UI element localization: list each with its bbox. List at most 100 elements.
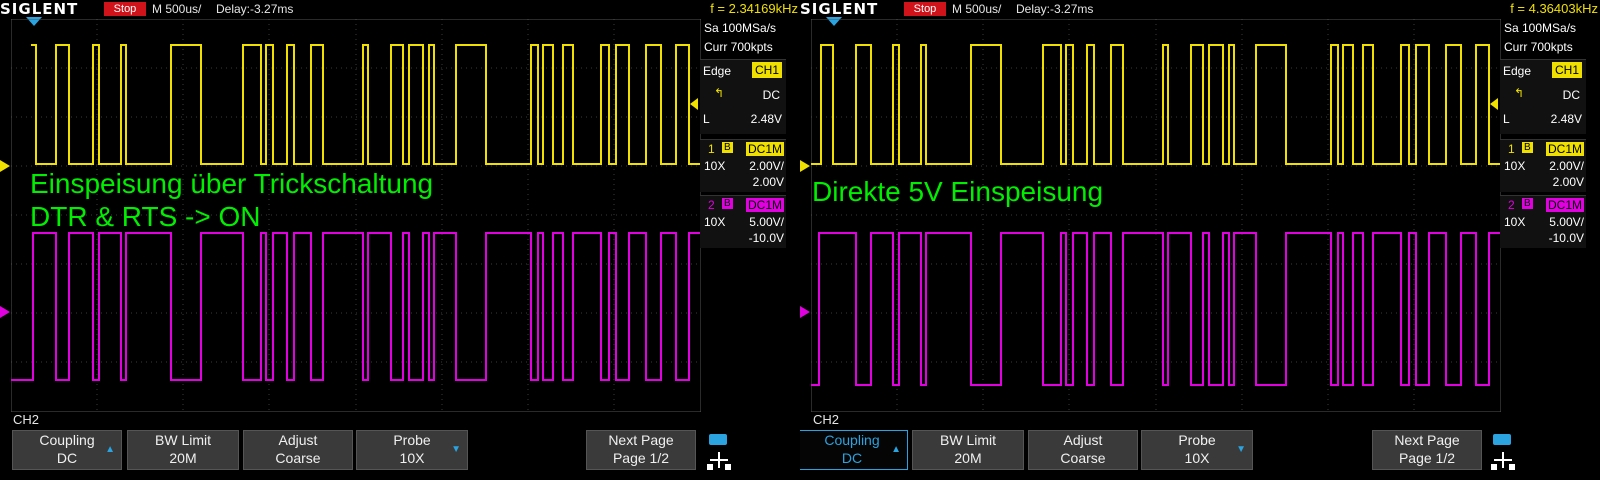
waveform-grid (811, 19, 1501, 412)
trigger-level-label: L (1503, 112, 1510, 126)
arrow-icon: ▲ (105, 444, 115, 455)
delay-readout: Delay:-3.27ms (216, 2, 294, 16)
menu-channel-label: CH2 (813, 412, 840, 427)
adjust-softkey[interactable]: Adjust Coarse (243, 430, 353, 470)
ch2-offset-marker[interactable] (800, 306, 810, 318)
ch1-coupling: DC1M (1545, 142, 1584, 156)
ch2-offset: -10.0V (1548, 231, 1584, 245)
annotation-line-1: Direkte 5V Einspeisung (812, 176, 1104, 207)
usb-network-icon (1491, 434, 1515, 470)
ch1-number: 1 (1508, 142, 1515, 156)
trigger-box[interactable]: Edge CH1 ↰ DC L 2.48V (700, 59, 786, 134)
coupling-softkey[interactable]: Coupling DC ▲ (800, 430, 908, 470)
arrow-icon: ▼ (1236, 444, 1246, 455)
arrow-icon: ▼ (451, 444, 461, 455)
trigger-source: CH1 (1551, 62, 1582, 78)
probe-softkey[interactable]: Probe 10X ▼ (356, 430, 468, 470)
bw-limit-softkey[interactable]: BW Limit 20M (127, 430, 239, 470)
softkey-value: Page 1/2 (612, 450, 670, 466)
trigger-box[interactable]: Edge CH1 ↰ DC L 2.48V (1500, 59, 1586, 134)
trigger-coupling: DC (1562, 88, 1580, 102)
rising-edge-icon: ↰ (714, 86, 725, 100)
ch1-vdiv: 2.00V/ (1549, 159, 1584, 173)
timebase-readout: M 500us/ (152, 2, 202, 16)
scope-screen-left: SIGLENT Stop M 500us/ Delay:-3.27ms f = … (0, 0, 800, 480)
ch1-probe: 10X (1504, 159, 1526, 173)
softkey-value: 20M (954, 450, 982, 466)
info-panel: Sa 100MSa/s Curr 700kpts Edge CH1 ↰ DC L… (1500, 19, 1600, 249)
sample-rate: Sa 100MSa/s (1504, 21, 1577, 35)
ch1-bw-badge: B (722, 142, 733, 153)
run-stop-badge[interactable]: Stop (904, 2, 946, 16)
ch1-info-box[interactable]: 1 B DC1M 10X 2.00V/ 2.00V (1500, 139, 1586, 192)
softkey-value: Page 1/2 (1398, 450, 1456, 466)
frequency-readout: f = 2.34169kHz (710, 1, 798, 16)
softkey-title: Next Page (608, 432, 674, 448)
sample-rate: Sa 100MSa/s (704, 21, 777, 35)
next-page-softkey[interactable]: Next Page Page 1/2 (586, 430, 696, 470)
coupling-softkey[interactable]: Coupling DC ▲ (12, 430, 122, 470)
scope-screen-right: SIGLENT Stop M 500us/ Delay:-3.27ms f = … (800, 0, 1600, 480)
softkey-value: Coarse (275, 450, 321, 466)
bw-limit-softkey[interactable]: BW Limit 20M (912, 430, 1024, 470)
trigger-level: 2.48V (1550, 112, 1582, 126)
memory-depth: Curr 700kpts (1504, 40, 1573, 54)
annotation-line-1: Einspeisung über Trickschaltung (30, 168, 434, 199)
trigger-level-marker[interactable] (1490, 98, 1498, 110)
ch1-info-box[interactable]: 1 B DC1M 10X 2.00V/ 2.00V (700, 139, 786, 192)
ch2-offset: -10.0V (748, 231, 784, 245)
softkey-title: BW Limit (940, 432, 996, 448)
ch1-coupling: DC1M (745, 142, 784, 156)
trigger-level-marker[interactable] (690, 98, 698, 110)
rising-edge-icon: ↰ (1514, 86, 1525, 100)
ch1-offset-marker[interactable] (800, 160, 810, 172)
ch2-offset-marker[interactable] (0, 306, 10, 318)
ch2-info-box[interactable]: 2 B DC1M 10X 5.00V/ -10.0V (700, 195, 786, 248)
ch1-vdiv: 2.00V/ (749, 159, 784, 173)
ch1-bw-badge: B (1522, 142, 1533, 153)
ch2-vdiv: 5.00V/ (1549, 215, 1584, 229)
ch1-waveform (31, 44, 701, 165)
ch2-vdiv: 5.00V/ (749, 215, 784, 229)
ch2-probe: 10X (704, 215, 726, 229)
memory-depth: Curr 700kpts (704, 40, 773, 54)
trigger-mode: Edge (703, 64, 732, 78)
status-bar: SIGLENT Stop M 500us/ Delay:-3.27ms f = … (0, 0, 800, 18)
softkey-value: 20M (169, 450, 197, 466)
menu-channel-label: CH2 (13, 412, 40, 427)
softkey-title: Adjust (1063, 432, 1103, 448)
trigger-mode: Edge (1503, 64, 1532, 78)
info-panel: Sa 100MSa/s Curr 700kpts Edge CH1 ↰ DC L… (700, 19, 800, 249)
trigger-source: CH1 (751, 62, 782, 78)
ch1-offset: 2.00V (1552, 175, 1584, 189)
probe-softkey[interactable]: Probe 10X ▼ (1141, 430, 1253, 470)
timebase-readout: M 500us/ (952, 2, 1002, 16)
ch2-coupling: DC1M (745, 198, 784, 212)
ch1-offset-marker[interactable] (0, 160, 10, 172)
status-bar: SIGLENT Stop M 500us/ Delay:-3.27ms f = … (800, 0, 1600, 18)
grid-lines (811, 19, 1501, 412)
softkey-bar: Coupling DC ▲ BW Limit 20M Adjust Coarse… (800, 428, 1600, 480)
ch2-info-box[interactable]: 2 B DC1M 10X 5.00V/ -10.0V (1500, 195, 1586, 248)
siglent-logo: SIGLENT (800, 0, 879, 18)
ch2-number: 2 (708, 198, 715, 212)
ch1-offset: 2.00V (752, 175, 784, 189)
trigger-level-label: L (703, 112, 710, 126)
softkey-bar: Coupling DC ▲ BW Limit 20M Adjust Coarse… (0, 428, 800, 480)
adjust-softkey[interactable]: Adjust Coarse (1028, 430, 1138, 470)
arrow-icon: ▲ (891, 444, 901, 455)
ch2-waveform (11, 232, 701, 381)
ch1-number: 1 (708, 142, 715, 156)
ch2-bw-badge: B (1522, 198, 1533, 209)
softkey-title: BW Limit (155, 432, 211, 448)
softkey-title: Next Page (1394, 432, 1460, 448)
ch2-number: 2 (1508, 198, 1515, 212)
run-stop-badge[interactable]: Stop (104, 2, 146, 16)
trigger-coupling: DC (762, 88, 780, 102)
annotation-line-2: DTR & RTS -> ON (30, 201, 261, 232)
ch2-coupling: DC1M (1545, 198, 1584, 212)
trigger-level: 2.48V (750, 112, 782, 126)
ch1-probe: 10X (704, 159, 726, 173)
next-page-softkey[interactable]: Next Page Page 1/2 (1372, 430, 1482, 470)
usb-network-icon (707, 434, 731, 470)
